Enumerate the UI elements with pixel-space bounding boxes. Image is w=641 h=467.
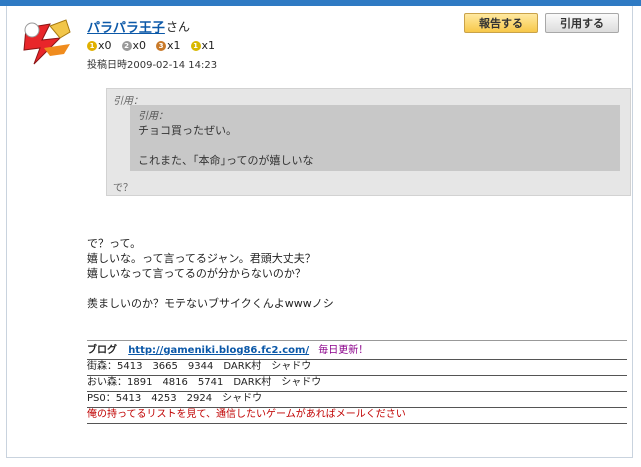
blog-note: 毎日更新！ (318, 345, 369, 356)
medal-count: x0 (132, 39, 147, 52)
signature-line: おい森：1891 4816 5741 DARK村 シャドウ (87, 376, 627, 392)
signature-divider (87, 340, 627, 343)
post-body: で？って。 嬉しいな。って言ってるジャン。君頭大丈夫？ 嬉しいなって言ってるのが… (87, 236, 334, 311)
medal-count: x0 (98, 39, 112, 52)
nested-quote-label: 引用： (138, 111, 168, 122)
post-body-line: 羨ましいのか？モテないブサイクくんよwwwノシ (87, 297, 334, 310)
signature-footer: 俺の持ってるリストを見て、通信したいゲームがあればメールください (87, 408, 627, 424)
signature-block: ブログ http://gameniki.blog86.fc2.com/ 毎日更新… (87, 340, 627, 424)
medal-bronze: 3 x1 (156, 39, 181, 52)
avatar[interactable] (20, 18, 74, 72)
blog-link[interactable]: http://gameniki.blog86.fc2.com/ (128, 345, 309, 356)
nested-quote-block: 引用： チョコ買ったぜい。 これまた、｢本命｣ってのが嬉しいな (130, 105, 620, 171)
medal-count: x1 (167, 39, 181, 52)
username-link[interactable]: パラパラ王子 (87, 17, 165, 36)
quote-block: 引用： 引用： チョコ買ったぜい。 これまた、｢本命｣ってのが嬉しいな で？ (106, 88, 631, 196)
silver-medal-icon: 2 (121, 40, 132, 51)
blog-label: ブログ (87, 345, 117, 356)
gold-medal-icon: 1 (87, 40, 97, 51)
quote-button[interactable]: 引用する (545, 13, 619, 33)
post-timestamp: 投稿日時2009-02-14 14:23 (87, 60, 218, 71)
nested-quote-text: これまた、｢本命｣ってのが嬉しいな (138, 154, 314, 167)
report-button[interactable]: 報告する (464, 13, 538, 33)
nested-quote-text: チョコ買ったぜい。 (138, 124, 237, 137)
signature-blog-row: ブログ http://gameniki.blog86.fc2.com/ 毎日更新… (87, 344, 627, 360)
signature-line: 街森：5413 3665 9344 DARK村 シャドウ (87, 360, 627, 376)
post-body-line: で？って。 (87, 237, 142, 250)
medal-count: x1 (201, 39, 216, 52)
signature-line: PS0：5413 4253 2924 シャドウ (87, 392, 627, 408)
bronze-medal-icon: 3 (156, 40, 167, 51)
medal-gold: 1 x0 (87, 39, 112, 52)
medal-yellow: 1 x1 (190, 39, 216, 52)
username-honorific: さん (166, 20, 191, 34)
yellow-medal-icon: 1 (190, 40, 201, 51)
quote-text: で？ (113, 183, 133, 194)
post-body-line (87, 281, 334, 296)
post-body-line: 嬉しいな。って言ってるジャン。君頭大丈夫？ (87, 252, 316, 265)
medal-counts: 1 x0 2 x0 3 x1 1 x1 (87, 39, 215, 52)
medal-silver: 2 x0 (121, 39, 147, 52)
post-body-line: 嬉しいなって言ってるのが分からないのか？ (87, 267, 306, 280)
